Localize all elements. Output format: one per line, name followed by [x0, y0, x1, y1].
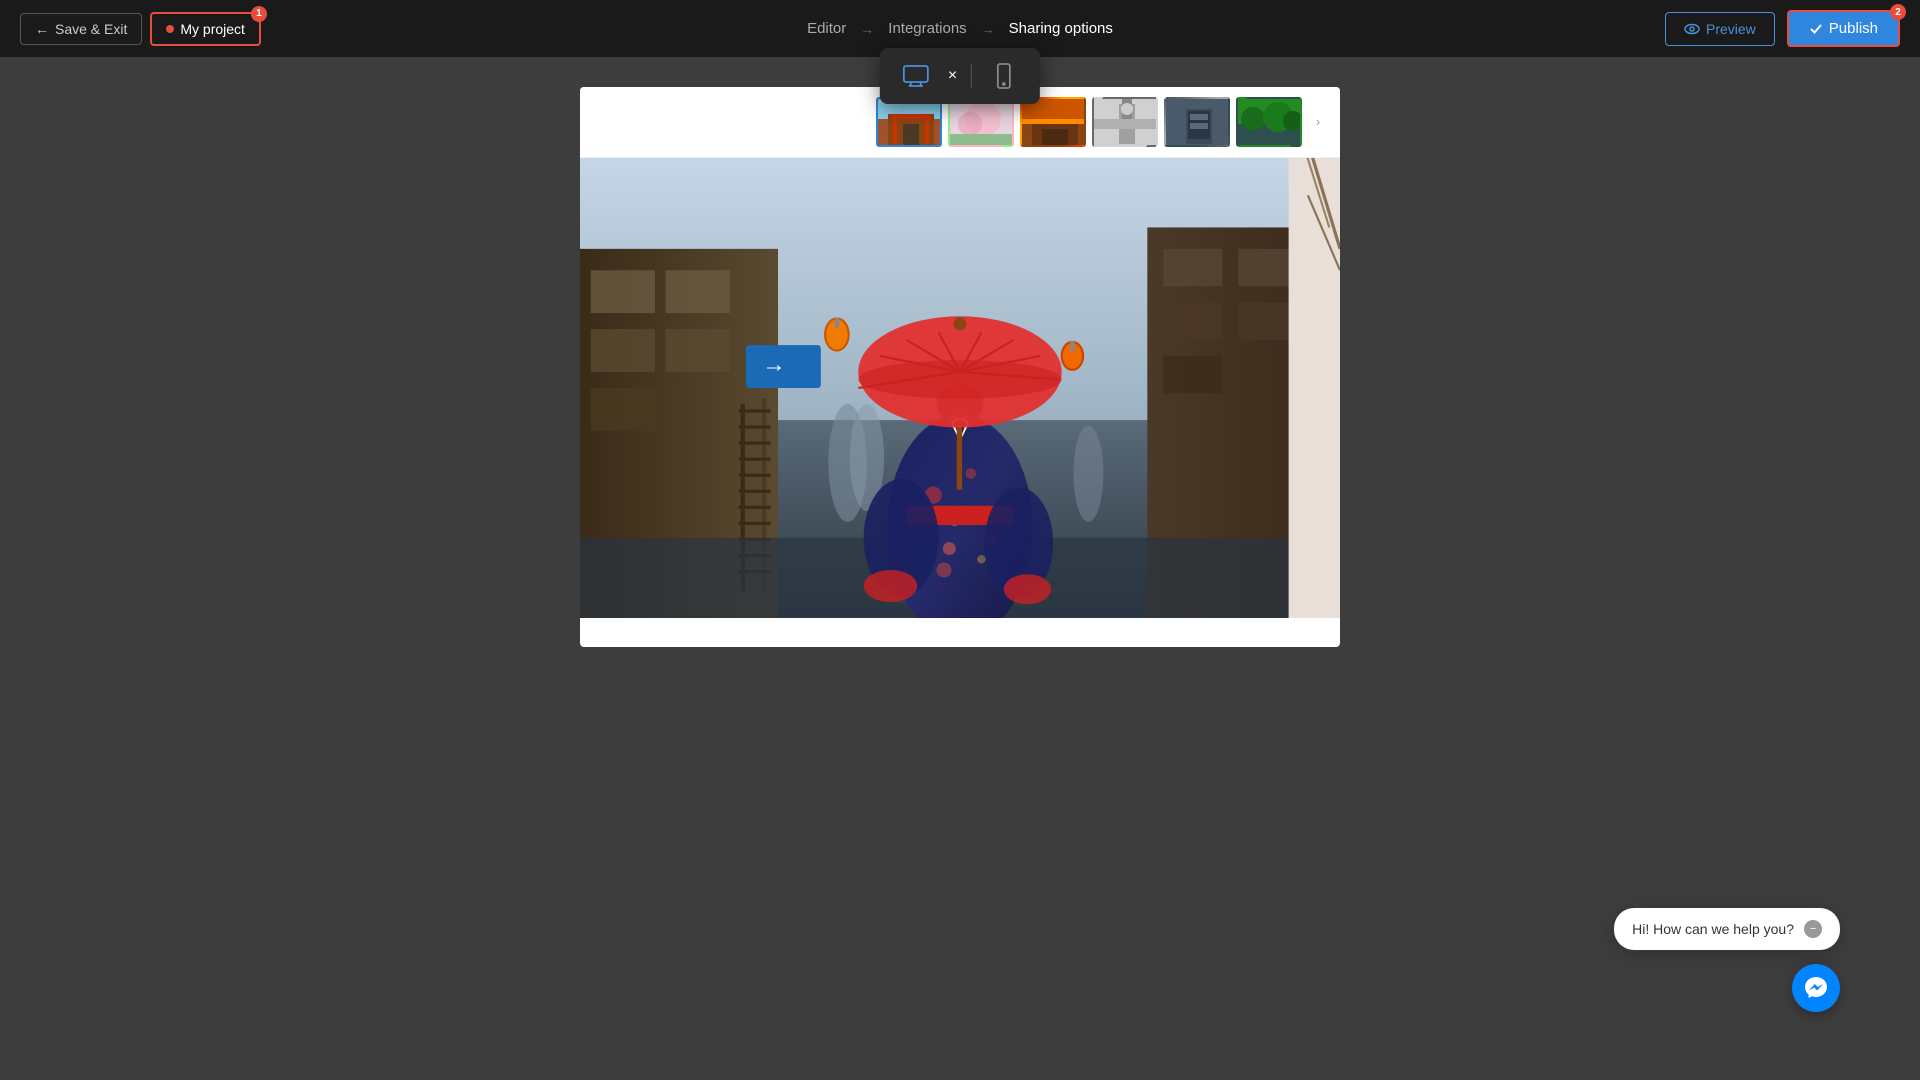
- save-exit-label: Save & Exit: [55, 21, 127, 37]
- arrow-right-2-icon: →: [981, 21, 995, 37]
- device-popup: ×: [880, 48, 1040, 104]
- publish-badge: 2: [1890, 4, 1906, 20]
- device-divider: [971, 64, 972, 88]
- thumbnail-4[interactable]: [1092, 97, 1158, 147]
- eye-icon: [1684, 21, 1700, 37]
- project-name-label: My project: [180, 21, 245, 37]
- slide-area: →: [580, 158, 1340, 618]
- chat-close-button[interactable]: −: [1804, 920, 1822, 938]
- preview-label: Preview: [1706, 21, 1756, 37]
- unsaved-dot-icon: [166, 25, 174, 33]
- minus-icon: −: [1810, 923, 1816, 935]
- desktop-icon: [902, 62, 930, 90]
- publish-label: Publish: [1829, 20, 1878, 37]
- project-badge: 1: [251, 6, 267, 22]
- thumbnail-6[interactable]: [1236, 97, 1302, 147]
- save-exit-button[interactable]: ← Save & Exit: [20, 13, 142, 45]
- main-slide-image: →: [580, 158, 1340, 618]
- preview-panel: ›: [580, 87, 1340, 647]
- thumbnail-3[interactable]: [1020, 97, 1086, 147]
- close-icon: ×: [948, 67, 957, 84]
- topbar-center: Editor → Integrations → Sharing options: [807, 20, 1113, 37]
- project-button[interactable]: My project 1: [150, 12, 261, 46]
- thumbnail-2[interactable]: [948, 97, 1014, 147]
- topbar-right: Preview Publish 2: [1665, 10, 1900, 47]
- mobile-view-button[interactable]: [986, 58, 1022, 94]
- arrow-left-icon: ←: [35, 21, 49, 37]
- chat-bubble: Hi! How can we help you? −: [1614, 908, 1840, 950]
- thumbnail-1[interactable]: [876, 97, 942, 147]
- main-content: ›: [0, 57, 1920, 1080]
- strip-more-indicator: ›: [1308, 97, 1328, 147]
- sharing-step[interactable]: Sharing options: [1009, 20, 1113, 37]
- chat-bubble-text: Hi! How can we help you?: [1632, 921, 1794, 937]
- messenger-button[interactable]: [1792, 964, 1840, 1012]
- desktop-view-button[interactable]: [898, 58, 934, 94]
- editor-step[interactable]: Editor: [807, 20, 846, 37]
- checkmark-icon: [1809, 22, 1823, 36]
- publish-button[interactable]: Publish 2: [1787, 10, 1900, 47]
- integrations-step[interactable]: Integrations: [888, 20, 966, 37]
- topbar-left: ← Save & Exit My project 1: [20, 12, 261, 46]
- preview-button[interactable]: Preview: [1665, 12, 1775, 46]
- messenger-icon: [1803, 975, 1829, 1001]
- mobile-icon: [990, 62, 1018, 90]
- device-popup-close-button[interactable]: ×: [948, 68, 957, 84]
- svg-text:→: →: [762, 351, 786, 377]
- thumbnail-5[interactable]: [1164, 97, 1230, 147]
- arrow-right-1-icon: →: [860, 21, 874, 37]
